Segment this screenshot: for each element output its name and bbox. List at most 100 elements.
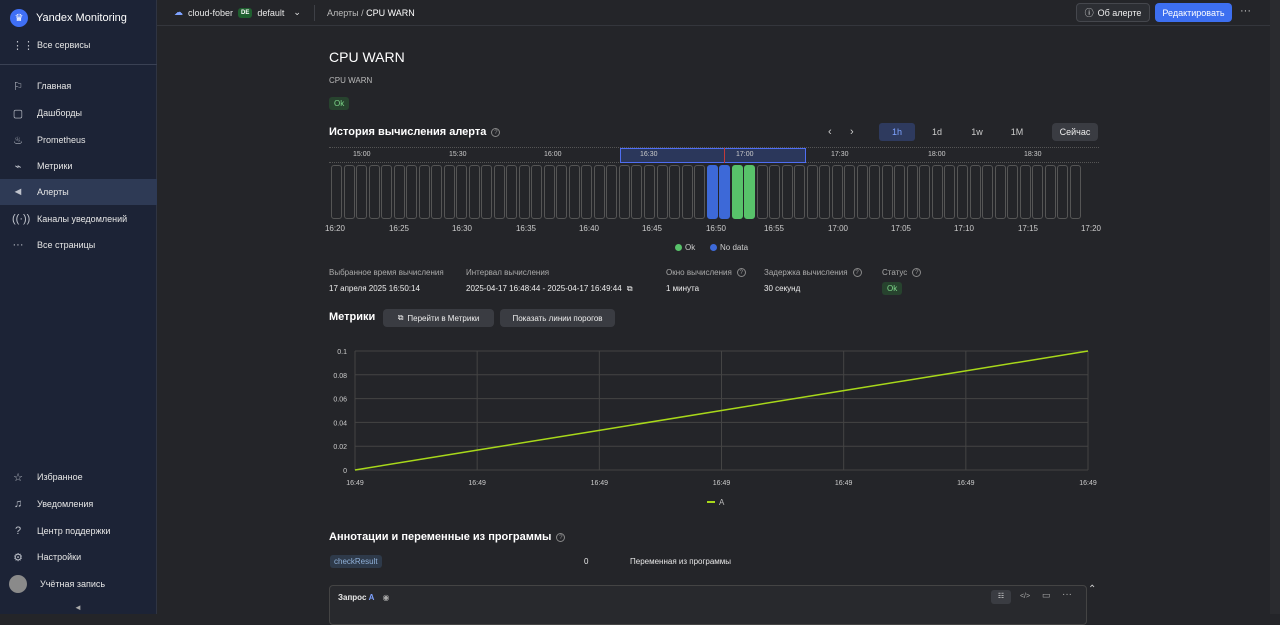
sidebar-item-support[interactable]: ? Центр поддержки: [0, 518, 157, 544]
breadcrumb-alerts-link[interactable]: Алерты: [327, 8, 359, 18]
help-icon[interactable]: ?: [491, 127, 501, 137]
history-bar[interactable]: [881, 165, 893, 219]
history-bar[interactable]: [769, 165, 781, 219]
history-bar[interactable]: [694, 165, 706, 219]
legend-nodata[interactable]: No data: [710, 243, 748, 252]
history-bar[interactable]: [506, 165, 518, 219]
sidebar-item-account[interactable]: Учётная запись: [0, 571, 157, 597]
sidebar-item-notifications[interactable]: ♫ Уведомления: [0, 491, 157, 517]
history-bar[interactable]: [393, 165, 405, 219]
history-bar[interactable]: [919, 165, 931, 219]
history-bar[interactable]: [343, 165, 355, 219]
history-bar[interactable]: [656, 165, 668, 219]
history-bar[interactable]: [481, 165, 493, 219]
sidebar-item-home[interactable]: ⚐ Главная: [0, 73, 157, 99]
sidebar-item-dashboards[interactable]: ▢ Дашборды: [0, 100, 157, 126]
sidebar-item-all-pages[interactable]: ··· Все страницы: [0, 232, 157, 258]
history-bar[interactable]: [1069, 165, 1081, 219]
history-bar[interactable]: [781, 165, 793, 219]
metrics-chart[interactable]: 0.1 0.08 0.06 0.04 0.02 0 16:49 16:49 16:49 16:49…: [329, 340, 1099, 510]
history-bar[interactable]: [894, 165, 906, 219]
history-bar[interactable]: [644, 165, 655, 219]
help-icon[interactable]: ?: [852, 268, 862, 278]
history-bar[interactable]: [431, 165, 443, 219]
history-bar[interactable]: [1007, 165, 1019, 219]
code-mode-icon[interactable]: </>: [1015, 590, 1035, 604]
history-bar[interactable]: [581, 165, 593, 219]
history-bar[interactable]: [731, 165, 743, 219]
query-more-icon[interactable]: ···: [1062, 589, 1072, 600]
legend-ok[interactable]: Ok: [675, 243, 695, 252]
history-bar[interactable]: [1019, 165, 1031, 219]
history-bar[interactable]: [756, 165, 768, 219]
prev-arrow-icon[interactable]: ‹: [828, 126, 832, 138]
history-bar[interactable]: [819, 165, 831, 219]
history-bar[interactable]: [906, 165, 918, 219]
history-bar[interactable]: [957, 165, 969, 219]
history-bar[interactable]: [982, 165, 994, 219]
more-menu-icon[interactable]: ···: [1240, 5, 1251, 17]
history-bar[interactable]: [356, 165, 368, 219]
range-1d[interactable]: 1d: [920, 123, 954, 141]
history-bar[interactable]: [706, 165, 718, 219]
help-icon[interactable]: ?: [736, 268, 746, 278]
sidebar-item-prometheus[interactable]: ♨ Prometheus: [0, 127, 157, 153]
history-bar[interactable]: [719, 165, 731, 219]
history-bar[interactable]: [456, 165, 468, 219]
eye-icon[interactable]: ◉: [382, 593, 389, 602]
all-services-button[interactable]: ⋮⋮ Все сервисы: [0, 32, 157, 58]
history-bar[interactable]: [556, 165, 568, 219]
sidebar-item-favorites[interactable]: ☆ Избранное: [0, 464, 157, 490]
help-icon[interactable]: ?: [912, 268, 922, 278]
show-thresholds-button[interactable]: Показать линии порогов: [500, 309, 615, 327]
copy-icon[interactable]: ⧉: [627, 284, 633, 293]
history-bar[interactable]: [806, 165, 818, 219]
sidebar-item-settings[interactable]: ⚙ Настройки: [0, 544, 157, 570]
history-bar[interactable]: [568, 165, 580, 219]
history-bar[interactable]: [618, 165, 630, 219]
history-bar[interactable]: [631, 165, 643, 219]
history-bar[interactable]: [1044, 165, 1056, 219]
sidebar-item-metrics[interactable]: ⌁ Метрики: [0, 153, 157, 179]
history-bar[interactable]: [1057, 165, 1069, 219]
history-bar[interactable]: [381, 165, 393, 219]
collapse-icon[interactable]: ⌃: [1088, 584, 1096, 595]
history-bar[interactable]: [331, 165, 342, 219]
history-bar[interactable]: [856, 165, 868, 219]
scrollbar[interactable]: [1270, 0, 1280, 614]
history-bar[interactable]: [606, 165, 618, 219]
timeline-overview[interactable]: 15:00 15:30 16:00 16:30 17:00 17:30 18:0…: [329, 147, 1099, 163]
history-bar[interactable]: [493, 165, 505, 219]
history-bar[interactable]: [1032, 165, 1044, 219]
history-bar[interactable]: [443, 165, 455, 219]
project-selector[interactable]: ☁ cloud-fober DE default ⌄: [157, 7, 301, 18]
about-alert-button[interactable]: ⓘ Об алерте: [1076, 3, 1150, 22]
sidebar-item-channels[interactable]: ((·)) Каналы уведомлений: [0, 206, 157, 232]
history-bar[interactable]: [969, 165, 981, 219]
folder-icon[interactable]: ▭: [1042, 590, 1051, 601]
now-button[interactable]: Сейчас: [1052, 123, 1098, 141]
history-bar[interactable]: [368, 165, 380, 219]
range-1m[interactable]: 1M: [1000, 123, 1034, 141]
history-bar[interactable]: [531, 165, 543, 219]
builder-mode-icon[interactable]: ☷: [991, 590, 1011, 604]
history-bar[interactable]: [406, 165, 418, 219]
sidebar-item-alerts[interactable]: ◄ Алерты: [0, 179, 157, 205]
history-bar[interactable]: [593, 165, 605, 219]
history-bar[interactable]: [944, 165, 956, 219]
history-bar[interactable]: [931, 165, 943, 219]
range-1h[interactable]: 1h: [879, 123, 915, 141]
history-bar[interactable]: [831, 165, 843, 219]
history-bar[interactable]: [744, 165, 756, 219]
history-bar[interactable]: [794, 165, 806, 219]
history-bar[interactable]: [994, 165, 1006, 219]
history-bar[interactable]: [844, 165, 856, 219]
edit-button[interactable]: Редактировать: [1155, 3, 1232, 22]
history-bar[interactable]: [869, 165, 881, 219]
range-1w[interactable]: 1w: [960, 123, 994, 141]
go-to-metrics-button[interactable]: ⧉ Перейти в Метрики: [383, 309, 494, 327]
next-arrow-icon[interactable]: ›: [850, 126, 854, 138]
history-bar[interactable]: [518, 165, 530, 219]
app-header[interactable]: ♛ Yandex Monitoring: [0, 0, 156, 36]
history-bar[interactable]: [418, 165, 430, 219]
